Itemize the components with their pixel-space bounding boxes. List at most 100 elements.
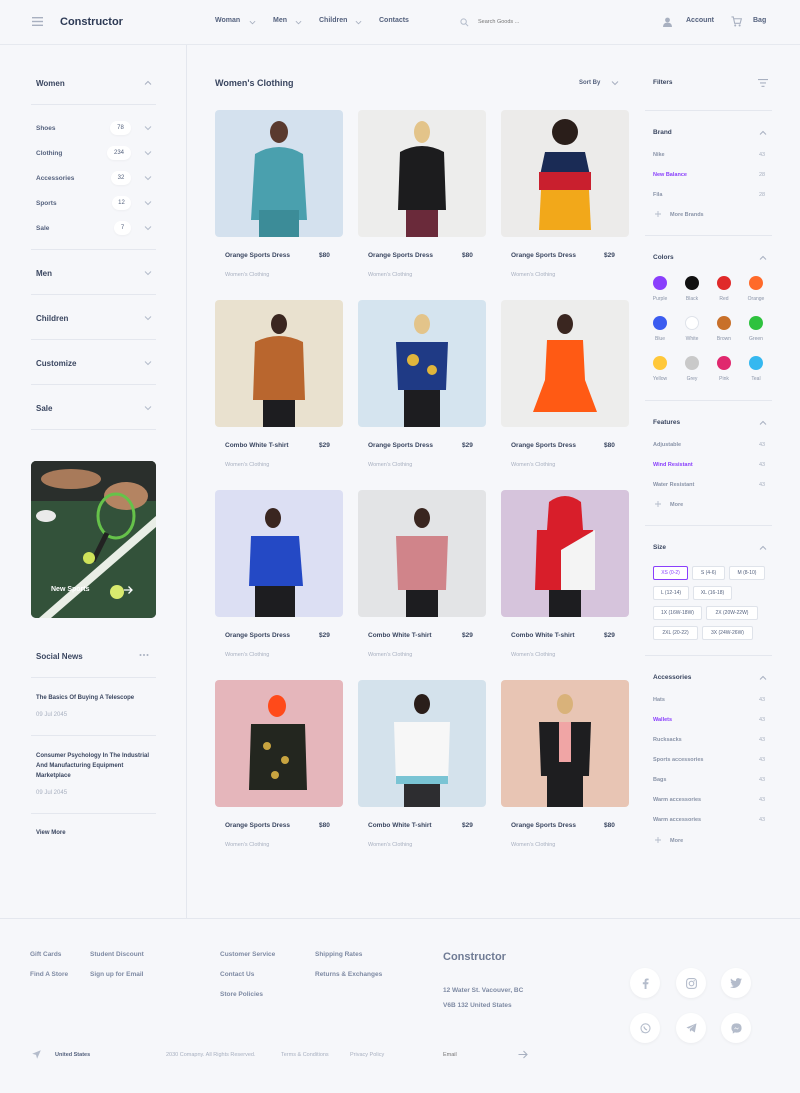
product-image[interactable] — [215, 300, 343, 427]
account-link[interactable]: Account — [686, 17, 714, 24]
chevron-down-icon[interactable] — [144, 124, 152, 132]
product-image[interactable] — [215, 110, 343, 237]
promo-banner[interactable]: New Sports — [31, 461, 156, 618]
footer-link[interactable]: Sign up for Email — [90, 971, 143, 978]
chevron-up-icon[interactable] — [759, 419, 767, 427]
footer-link[interactable]: Contact Us — [220, 971, 254, 978]
product-name[interactable]: Orange Sports Dress — [511, 442, 576, 449]
color-swatch-red[interactable] — [717, 276, 731, 290]
plus-icon[interactable] — [655, 501, 661, 507]
search-input[interactable] — [478, 16, 568, 28]
sidebar-item-clothing[interactable]: Clothing — [36, 150, 62, 157]
instagram-icon[interactable] — [676, 968, 706, 998]
news-item-title[interactable]: Consumer Psychology In The Industrial — [36, 751, 149, 761]
sort-by-dropdown[interactable]: Sort By — [579, 80, 600, 86]
footer-link[interactable]: Returns & Exchanges — [315, 971, 382, 978]
bag-link[interactable]: Bag — [753, 17, 766, 24]
twitter-icon[interactable] — [721, 968, 751, 998]
arrow-right-icon[interactable] — [518, 1050, 528, 1059]
chevron-up-icon[interactable] — [759, 129, 767, 137]
nav-woman[interactable]: Woman — [215, 17, 240, 24]
product-name[interactable]: Orange Sports Dress — [225, 252, 290, 259]
cart-icon[interactable] — [731, 16, 742, 27]
messenger-icon[interactable] — [721, 1013, 751, 1043]
brand-option[interactable]: Fila — [653, 192, 662, 198]
nav-children[interactable]: Children — [319, 17, 347, 24]
product-name[interactable]: Combo White T-shirt — [225, 442, 289, 449]
size-chip[interactable]: 2X (20W-22W) — [706, 606, 758, 620]
terms-link[interactable]: Terms & Conditions — [281, 1052, 329, 1058]
size-chip[interactable]: L (12-14) — [653, 586, 689, 600]
chevron-down-icon[interactable] — [144, 199, 152, 207]
product-image[interactable] — [501, 680, 629, 807]
product-name[interactable]: Orange Sports Dress — [511, 822, 576, 829]
category-women[interactable]: Women — [36, 79, 65, 88]
chevron-up-icon[interactable] — [759, 254, 767, 262]
category-sale[interactable]: Sale — [36, 404, 52, 413]
color-swatch-orange[interactable] — [749, 276, 763, 290]
privacy-link[interactable]: Privacy Policy — [350, 1052, 384, 1058]
footer-link[interactable]: Customer Service — [220, 951, 275, 958]
product-name[interactable]: Orange Sports Dress — [225, 632, 290, 639]
features-filter-title[interactable]: Features — [653, 419, 680, 426]
category-customize[interactable]: Customize — [36, 359, 76, 368]
view-more-link[interactable]: View More — [36, 828, 66, 838]
product-image[interactable] — [358, 300, 486, 427]
color-swatch-teal[interactable] — [749, 356, 763, 370]
chevron-up-icon[interactable] — [759, 544, 767, 552]
news-item-title[interactable]: And Manufacturing Equipment — [36, 761, 123, 771]
chevron-down-icon[interactable] — [144, 269, 152, 277]
product-image[interactable] — [501, 110, 629, 237]
menu-icon[interactable] — [32, 17, 43, 26]
size-chip[interactable]: M (8-10) — [729, 566, 765, 580]
footer-link[interactable]: Student Discount — [90, 951, 144, 958]
nav-men[interactable]: Men — [273, 17, 287, 24]
product-name[interactable]: Orange Sports Dress — [368, 442, 433, 449]
size-chip[interactable]: XS (0-2) — [653, 566, 688, 580]
facebook-icon[interactable] — [630, 968, 660, 998]
accessory-option[interactable]: Wallets — [653, 717, 672, 723]
whatsapp-icon[interactable] — [630, 1013, 660, 1043]
more-accessories-link[interactable]: More — [670, 838, 683, 844]
feature-option[interactable]: Water Resistant — [653, 482, 694, 488]
sidebar-item-accessories[interactable]: Accessories — [36, 175, 74, 182]
color-swatch-white[interactable] — [685, 316, 699, 330]
user-icon[interactable] — [663, 17, 672, 27]
color-swatch-grey[interactable] — [685, 356, 699, 370]
product-image[interactable] — [358, 110, 486, 237]
size-chip[interactable]: 3X (24W-26W) — [702, 626, 753, 640]
size-filter-title[interactable]: Size — [653, 544, 666, 551]
accessory-option[interactable]: Warm accessories — [653, 797, 701, 803]
brand-option[interactable]: Nike — [653, 152, 665, 158]
category-men[interactable]: Men — [36, 269, 52, 278]
chevron-down-icon[interactable] — [611, 79, 619, 87]
footer-link[interactable]: Shipping Rates — [315, 951, 362, 958]
color-swatch-purple[interactable] — [653, 276, 667, 290]
accessory-option[interactable]: Sports accessories — [653, 757, 703, 763]
arrow-right-icon[interactable] — [123, 585, 133, 595]
accessory-option[interactable]: Hats — [653, 697, 665, 703]
sidebar-item-sale[interactable]: Sale — [36, 225, 49, 232]
country-selector[interactable]: United States — [55, 1052, 90, 1058]
color-swatch-pink[interactable] — [717, 356, 731, 370]
more-features-link[interactable]: More — [670, 502, 683, 508]
color-swatch-yellow[interactable] — [653, 356, 667, 370]
accessory-option[interactable]: Warm accessories — [653, 817, 701, 823]
product-image[interactable] — [215, 490, 343, 617]
product-name[interactable]: Orange Sports Dress — [225, 822, 290, 829]
category-children[interactable]: Children — [36, 314, 68, 323]
chevron-down-icon[interactable] — [144, 314, 152, 322]
footer-link[interactable]: Store Policies — [220, 991, 263, 998]
sidebar-item-shoes[interactable]: Shoes — [36, 125, 56, 132]
chevron-down-icon[interactable] — [144, 224, 152, 232]
product-image[interactable] — [501, 490, 629, 617]
product-name[interactable]: Orange Sports Dress — [511, 252, 576, 259]
product-image[interactable] — [501, 300, 629, 427]
chevron-down-icon[interactable] — [144, 174, 152, 182]
plus-icon[interactable] — [655, 837, 661, 843]
color-swatch-black[interactable] — [685, 276, 699, 290]
news-item-title[interactable]: The Basics Of Buying A Telescope — [36, 693, 134, 703]
feature-option[interactable]: Adjustable — [653, 442, 681, 448]
size-chip[interactable]: S (4-6) — [692, 566, 725, 580]
product-name[interactable]: Combo White T-shirt — [511, 632, 575, 639]
